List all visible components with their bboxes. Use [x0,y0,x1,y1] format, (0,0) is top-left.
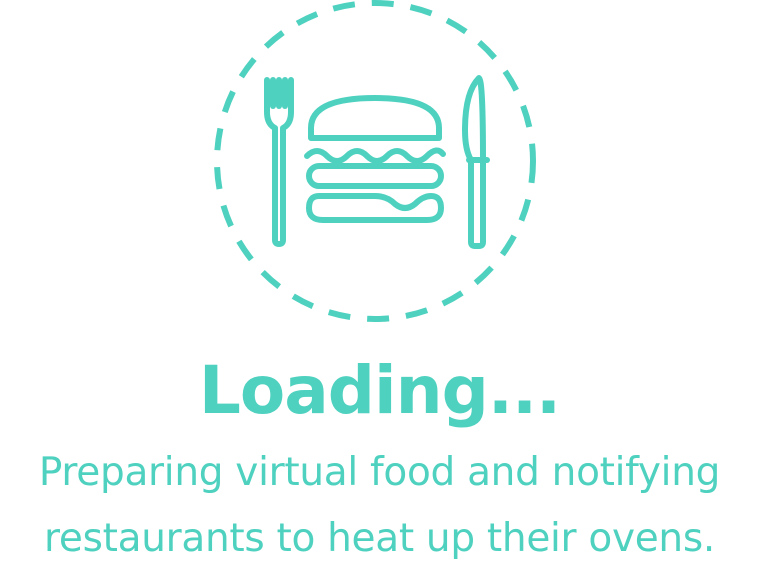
fork-icon [264,77,294,247]
burger-icon [304,95,446,223]
loading-message-line-1: Preparing virtual food and notifying [38,450,721,495]
loader-illustration [214,0,536,322]
loading-spinner [209,0,541,326]
loading-screen: Loading... Preparing virtual food and no… [0,0,759,567]
loading-title: Loading... [198,352,561,429]
loading-message-line-2: restaurants to heat up their ovens. [44,516,715,561]
knife-icon [462,75,490,249]
loading-message: Preparing virtual food and notifying res… [0,440,759,567]
